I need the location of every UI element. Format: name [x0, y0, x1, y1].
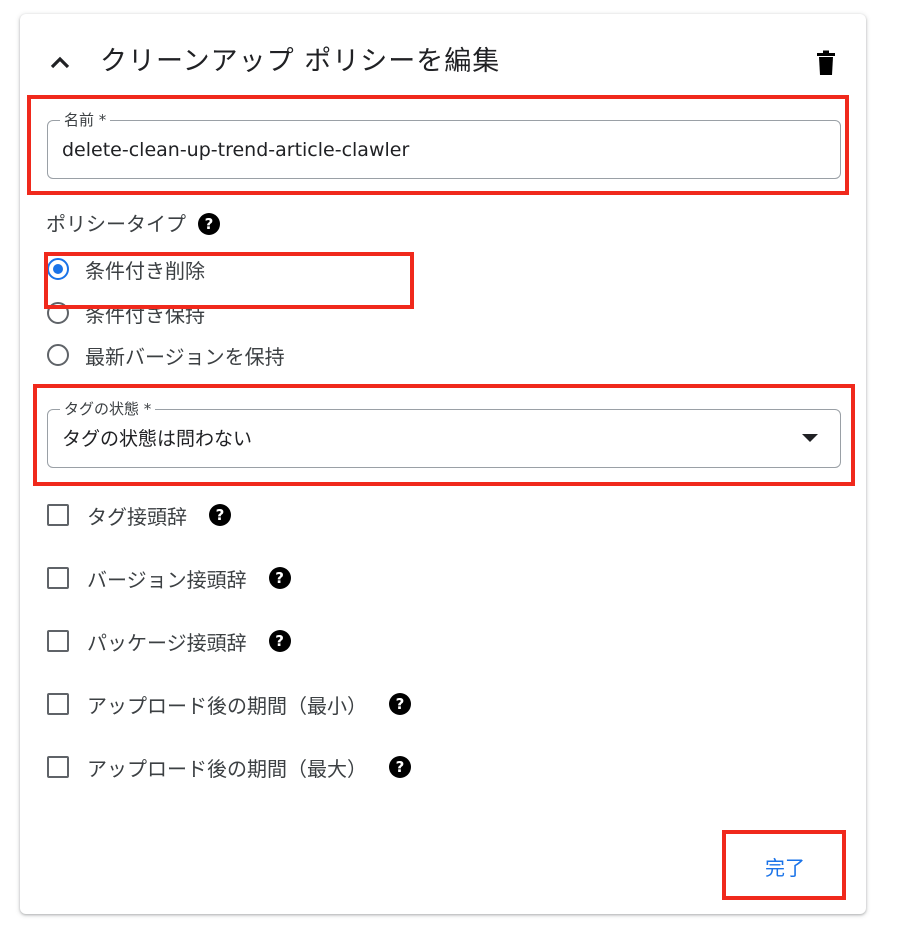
checkbox-version-prefix[interactable]: バージョン接頭辞 ?: [47, 563, 291, 593]
checkbox-label: バージョン接頭辞: [87, 567, 247, 592]
radio-keep-latest[interactable]: 最新バージョンを保持: [47, 340, 285, 370]
policy-type-label: ポリシータイプ ?: [46, 210, 220, 238]
help-icon[interactable]: ?: [198, 213, 220, 235]
help-icon[interactable]: ?: [268, 567, 291, 589]
checkbox[interactable]: [47, 504, 69, 526]
trash-icon[interactable]: [814, 50, 838, 76]
checkbox-label: タグ接頭辞: [87, 504, 187, 529]
checkbox-label: パッケージ接頭辞: [87, 630, 247, 655]
name-field[interactable]: 名前 * delete-clean-up-trend-article-clawl…: [47, 110, 841, 179]
help-icon[interactable]: ?: [389, 756, 411, 778]
tag-state-select[interactable]: タグの状態 * タグの状態は問わない: [47, 399, 841, 468]
name-field-label: 名前 *: [60, 110, 111, 130]
tag-state-label: タグの状態 *: [60, 399, 156, 419]
checkbox-label: アップロード後の期間（最大）: [87, 756, 367, 781]
checkbox-upload-age-max[interactable]: アップロード後の期間（最大） ?: [47, 752, 411, 782]
name-field-value[interactable]: delete-clean-up-trend-article-clawler: [62, 137, 409, 163]
tag-state-value: タグの状態は問わない: [62, 428, 253, 450]
help-icon[interactable]: ?: [268, 630, 291, 652]
radio-conditional-keep[interactable]: 条件付き保持: [47, 298, 205, 328]
help-icon[interactable]: ?: [209, 504, 231, 526]
radio-label: 最新バージョンを保持: [85, 344, 285, 369]
radio-button[interactable]: [47, 302, 69, 324]
policy-type-label-text: ポリシータイプ: [46, 212, 186, 236]
radio-conditional-delete[interactable]: 条件付き削除: [47, 254, 205, 284]
checkbox-package-prefix[interactable]: パッケージ接頭辞 ?: [47, 626, 291, 656]
checkbox[interactable]: [47, 630, 69, 652]
checkbox[interactable]: [47, 756, 69, 778]
radio-label: 条件付き保持: [85, 302, 205, 327]
help-icon[interactable]: ?: [389, 693, 411, 715]
checkbox-upload-age-min[interactable]: アップロード後の期間（最小） ?: [47, 689, 411, 719]
chevron-up-icon[interactable]: [48, 50, 72, 74]
card-title: クリーンアップ ポリシーを編集: [100, 46, 501, 77]
radio-label: 条件付き削除: [85, 258, 205, 283]
checkbox[interactable]: [47, 567, 69, 589]
checkbox-label: アップロード後の期間（最小）: [87, 693, 367, 718]
checkbox-tag-prefix[interactable]: タグ接頭辞 ?: [47, 500, 231, 530]
done-button[interactable]: 完了: [745, 846, 825, 886]
radio-button[interactable]: [47, 344, 69, 366]
radio-button-checked[interactable]: [47, 258, 69, 280]
dropdown-arrow-icon[interactable]: [802, 434, 818, 442]
checkbox[interactable]: [47, 693, 69, 715]
